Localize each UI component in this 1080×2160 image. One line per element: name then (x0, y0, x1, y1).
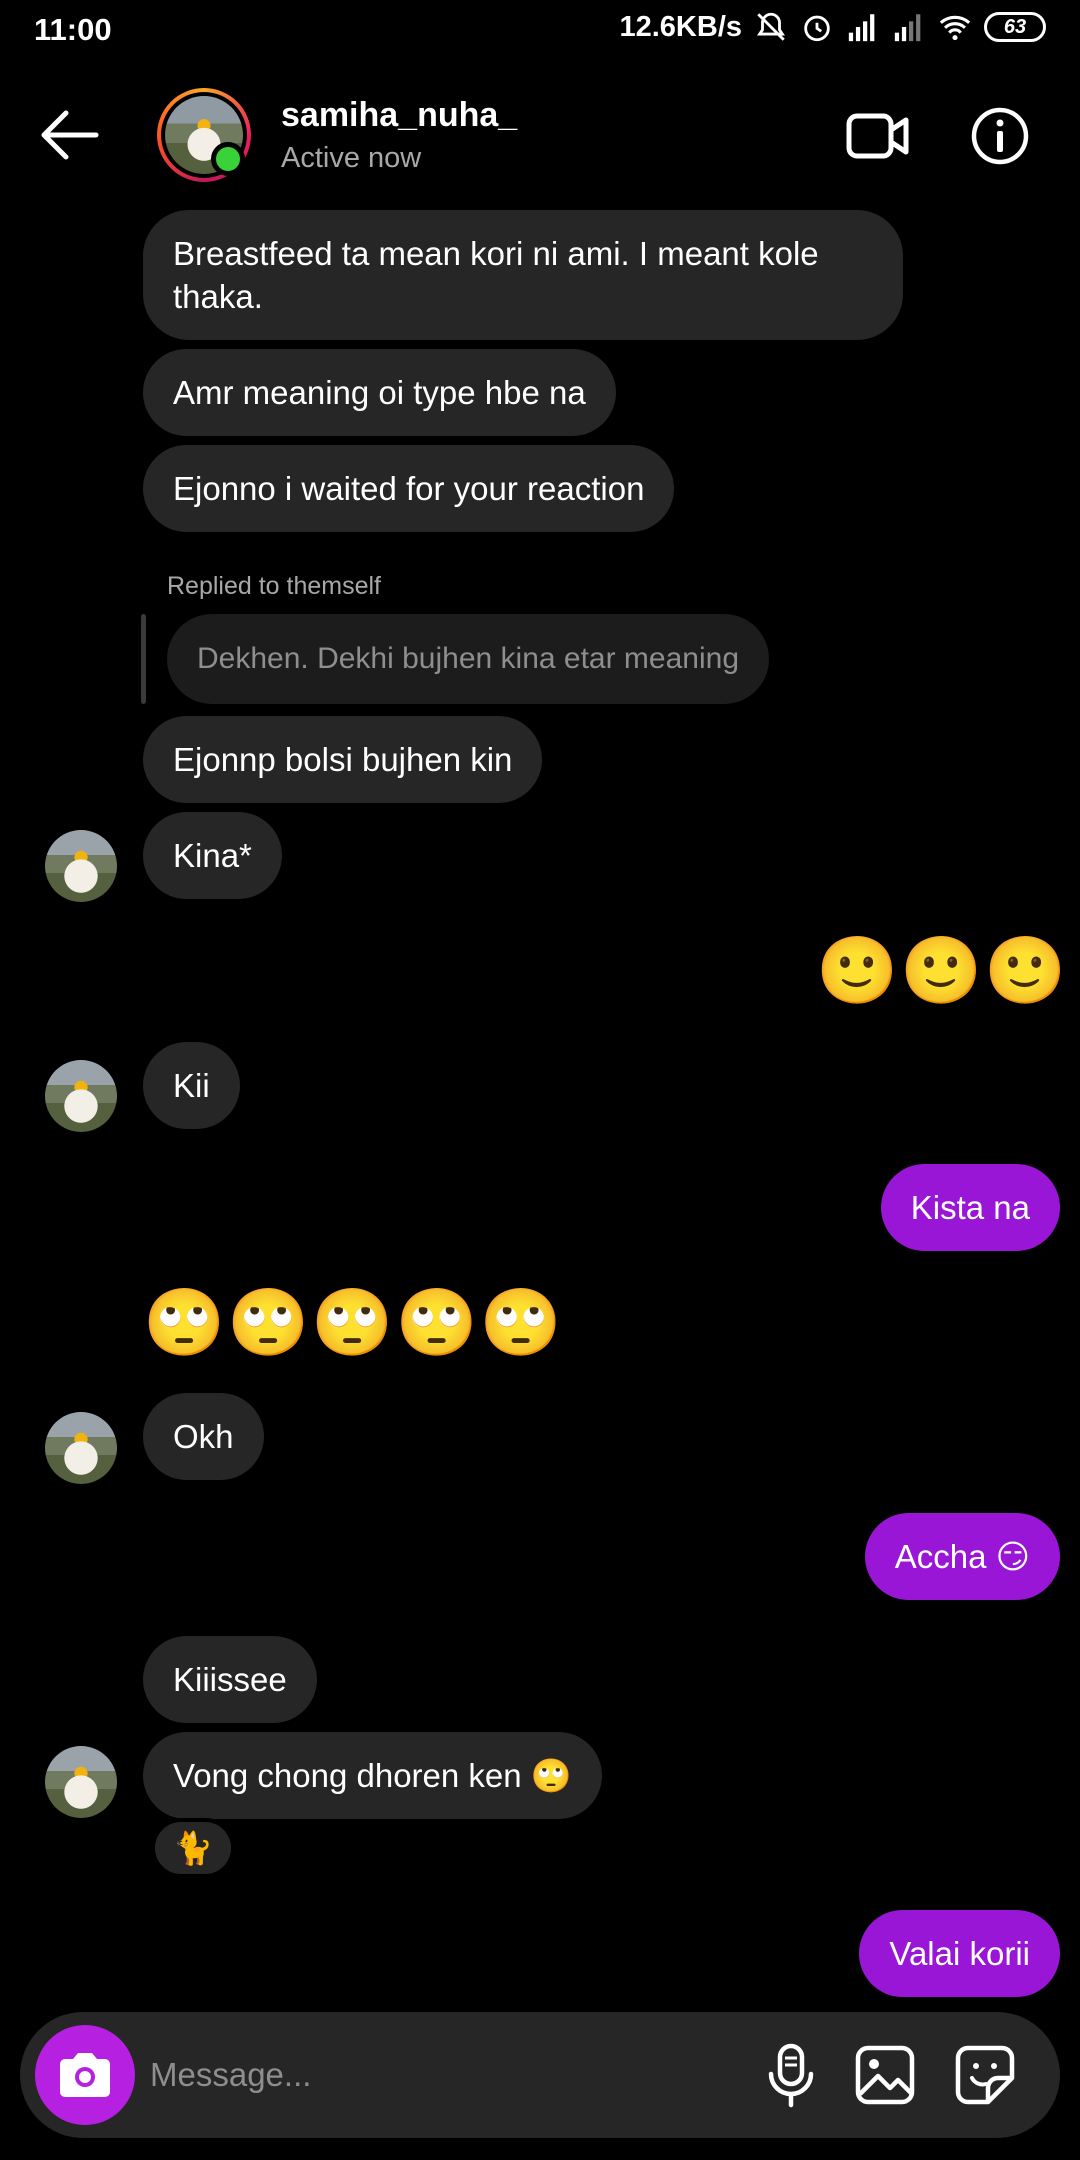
chat-header: samiha_nuha_ Active now (0, 62, 1080, 212)
message-bubble[interactable]: Kii (143, 1042, 240, 1129)
message-input[interactable] (150, 2040, 710, 2110)
status-bar: 11:00 12.6KB/s 63 (0, 0, 1080, 62)
message-composer (20, 2012, 1060, 2138)
quoted-message[interactable]: Dekhen. Dekhi bujhen kina etar meaning (167, 614, 770, 704)
message-bubble[interactable]: Amr meaning oi type hbe na (143, 349, 616, 436)
camera-icon (60, 2053, 110, 2097)
reply-indicator-bar (141, 614, 146, 704)
emoji-message[interactable]: 🙂🙂🙂 (816, 930, 1069, 1010)
my-message-bubble[interactable]: Kista na (880, 1164, 1060, 1251)
microphone-icon[interactable] (758, 2042, 824, 2108)
signal-icon (894, 14, 921, 42)
sticker-icon[interactable] (952, 2042, 1018, 2108)
message-reaction[interactable]: 🐈 (151, 1818, 235, 1878)
video-call-icon[interactable] (846, 110, 910, 162)
status-time: 11:00 (34, 12, 112, 47)
message-bubble[interactable]: Okh (143, 1393, 264, 1480)
chat-username[interactable]: samiha_nuha_ (281, 96, 517, 135)
online-indicator (211, 142, 245, 176)
message-bubble[interactable]: Vong chong dhoren ken 🙄 (143, 1732, 602, 1819)
alarm-icon (804, 15, 830, 42)
reply-label: Replied to themself (167, 572, 382, 600)
message-bubble[interactable]: Ejonnp bolsi bujhen kin (143, 716, 543, 803)
wifi-icon (939, 15, 971, 41)
status-indicators: 12.6KB/s 63 (619, 10, 1046, 44)
message-bubble[interactable]: Breastfeed ta mean kori ni ami. I meant … (143, 210, 903, 340)
my-message-bubble[interactable]: Valai korii (859, 1910, 1060, 1997)
camera-button[interactable] (35, 2025, 135, 2125)
my-message-bubble[interactable]: Accha 😏 (864, 1513, 1060, 1600)
network-speed: 12.6KB/s (619, 10, 742, 43)
sender-avatar[interactable] (45, 1060, 117, 1132)
battery-icon: 63 (984, 12, 1046, 42)
gallery-icon[interactable] (852, 2042, 918, 2108)
sender-avatar[interactable] (45, 830, 117, 902)
sender-avatar[interactable] (45, 1412, 117, 1484)
info-icon[interactable] (970, 106, 1030, 166)
active-status: Active now (281, 142, 422, 174)
mute-bell-icon (757, 12, 785, 41)
emoji-message[interactable]: 🙄🙄🙄🙄🙄 (143, 1282, 564, 1362)
sender-avatar[interactable] (45, 1746, 117, 1818)
message-bubble[interactable]: Ejonno i waited for your reaction (143, 445, 675, 532)
message-bubble[interactable]: Kina* (143, 812, 282, 899)
message-bubble[interactable]: Kiiissee (143, 1636, 317, 1723)
back-arrow-icon[interactable] (38, 110, 100, 160)
signal-icon (848, 14, 875, 42)
